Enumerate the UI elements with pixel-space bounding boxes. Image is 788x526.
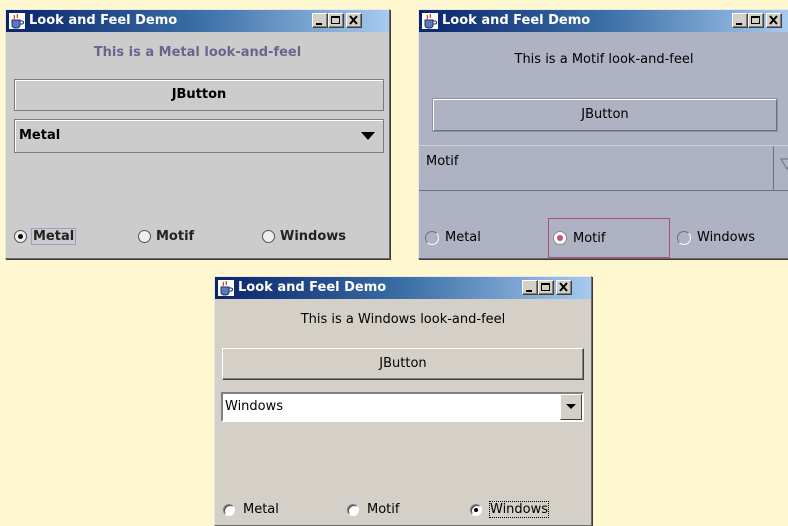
combo-arrow-button[interactable]	[773, 146, 788, 190]
maximize-button[interactable]	[748, 13, 764, 28]
close-button[interactable]	[556, 280, 572, 295]
minimize-button[interactable]	[312, 13, 328, 28]
radio-windows[interactable]: Windows	[262, 229, 346, 244]
content-pane: This is a Motif look-and-feel JButton Mo…	[419, 32, 788, 258]
chevron-down-icon[interactable]	[361, 132, 375, 140]
combo-value: Motif	[426, 154, 459, 169]
radio-metal[interactable]: Metal	[223, 502, 279, 517]
radio-label: Metal	[445, 230, 481, 245]
radio-label: Metal	[243, 502, 279, 517]
look-and-feel-combo[interactable]: Windows	[221, 392, 584, 422]
titlebar[interactable]: Look and Feel Demo	[6, 10, 389, 32]
titlebar[interactable]: Look and Feel Demo	[419, 10, 788, 32]
radio-indicator[interactable]	[223, 503, 235, 516]
look-and-feel-label: This is a Metal look-and-feel	[93, 45, 302, 60]
java-cup-icon	[218, 280, 234, 296]
close-icon	[769, 15, 778, 25]
radio-label: Metal	[30, 228, 77, 245]
java-cup-icon	[422, 13, 438, 29]
window-title: Look and Feel Demo	[238, 280, 387, 295]
chevron-down-icon	[566, 404, 576, 409]
close-icon	[559, 282, 568, 292]
java-cup-icon	[9, 13, 25, 29]
motif-window: Look and Feel Demo This is a Motif look-…	[418, 9, 788, 259]
radio-indicator[interactable]	[138, 230, 151, 243]
chevron-down-icon	[780, 158, 788, 170]
windows-window: Look and Feel Demo This is a Windows loo…	[214, 276, 592, 526]
close-icon	[349, 15, 358, 25]
window-title: Look and Feel Demo	[442, 13, 591, 28]
radio-label: Windows	[488, 501, 550, 518]
content-pane: This is a Windows look-and-feel JButton …	[215, 299, 591, 525]
combo-value: Windows	[225, 399, 284, 414]
jbutton[interactable]: JButton	[222, 348, 584, 380]
radio-indicator[interactable]	[425, 230, 439, 245]
radio-motif[interactable]: Motif	[548, 218, 670, 258]
radio-windows[interactable]: Windows	[470, 501, 550, 518]
radio-metal[interactable]: Metal	[14, 228, 77, 245]
jbutton[interactable]: JButton	[14, 79, 384, 111]
minimize-icon	[736, 23, 742, 25]
radio-metal[interactable]: Metal	[425, 230, 481, 245]
maximize-button[interactable]	[538, 280, 554, 295]
close-button[interactable]	[766, 13, 782, 28]
radio-indicator[interactable]	[14, 230, 27, 243]
radio-indicator[interactable]	[470, 503, 482, 516]
maximize-button[interactable]	[328, 13, 344, 28]
radio-motif[interactable]: Motif	[138, 229, 194, 244]
titlebar[interactable]: Look and Feel Demo	[215, 277, 591, 299]
minimize-icon	[316, 23, 322, 25]
radio-label: Windows	[280, 229, 347, 244]
maximize-icon	[331, 16, 340, 24]
radio-indicator[interactable]	[677, 230, 691, 245]
content-pane: This is a Metal look-and-feel JButton Me…	[6, 32, 389, 258]
radio-indicator[interactable]	[347, 503, 359, 516]
close-button[interactable]	[346, 13, 362, 28]
maximize-icon	[751, 16, 760, 24]
jbutton[interactable]: JButton	[433, 99, 777, 131]
radio-label: Motif	[367, 502, 400, 517]
radio-indicator[interactable]	[553, 231, 567, 245]
minimize-button[interactable]	[732, 13, 748, 28]
radio-label: Motif	[156, 229, 195, 244]
radio-label: Motif	[573, 230, 606, 246]
look-and-feel-label: This is a Motif look-and-feel	[514, 52, 694, 67]
radio-motif[interactable]: Motif	[347, 502, 399, 517]
metal-window: Look and Feel Demo This is a Metal look-…	[5, 9, 390, 259]
maximize-icon	[541, 283, 550, 291]
look-and-feel-label: This is a Windows look-and-feel	[300, 312, 506, 327]
combo-arrow-button[interactable]	[560, 394, 582, 420]
minimize-icon	[526, 290, 532, 292]
combo-value: Metal	[19, 128, 61, 143]
look-and-feel-combo[interactable]: Metal	[14, 119, 384, 153]
minimize-button[interactable]	[522, 280, 538, 295]
radio-indicator[interactable]	[262, 230, 275, 243]
window-title: Look and Feel Demo	[29, 13, 178, 28]
look-and-feel-combo[interactable]: Motif	[419, 145, 788, 191]
radio-label: Windows	[697, 230, 756, 245]
radio-windows[interactable]: Windows	[677, 230, 755, 245]
